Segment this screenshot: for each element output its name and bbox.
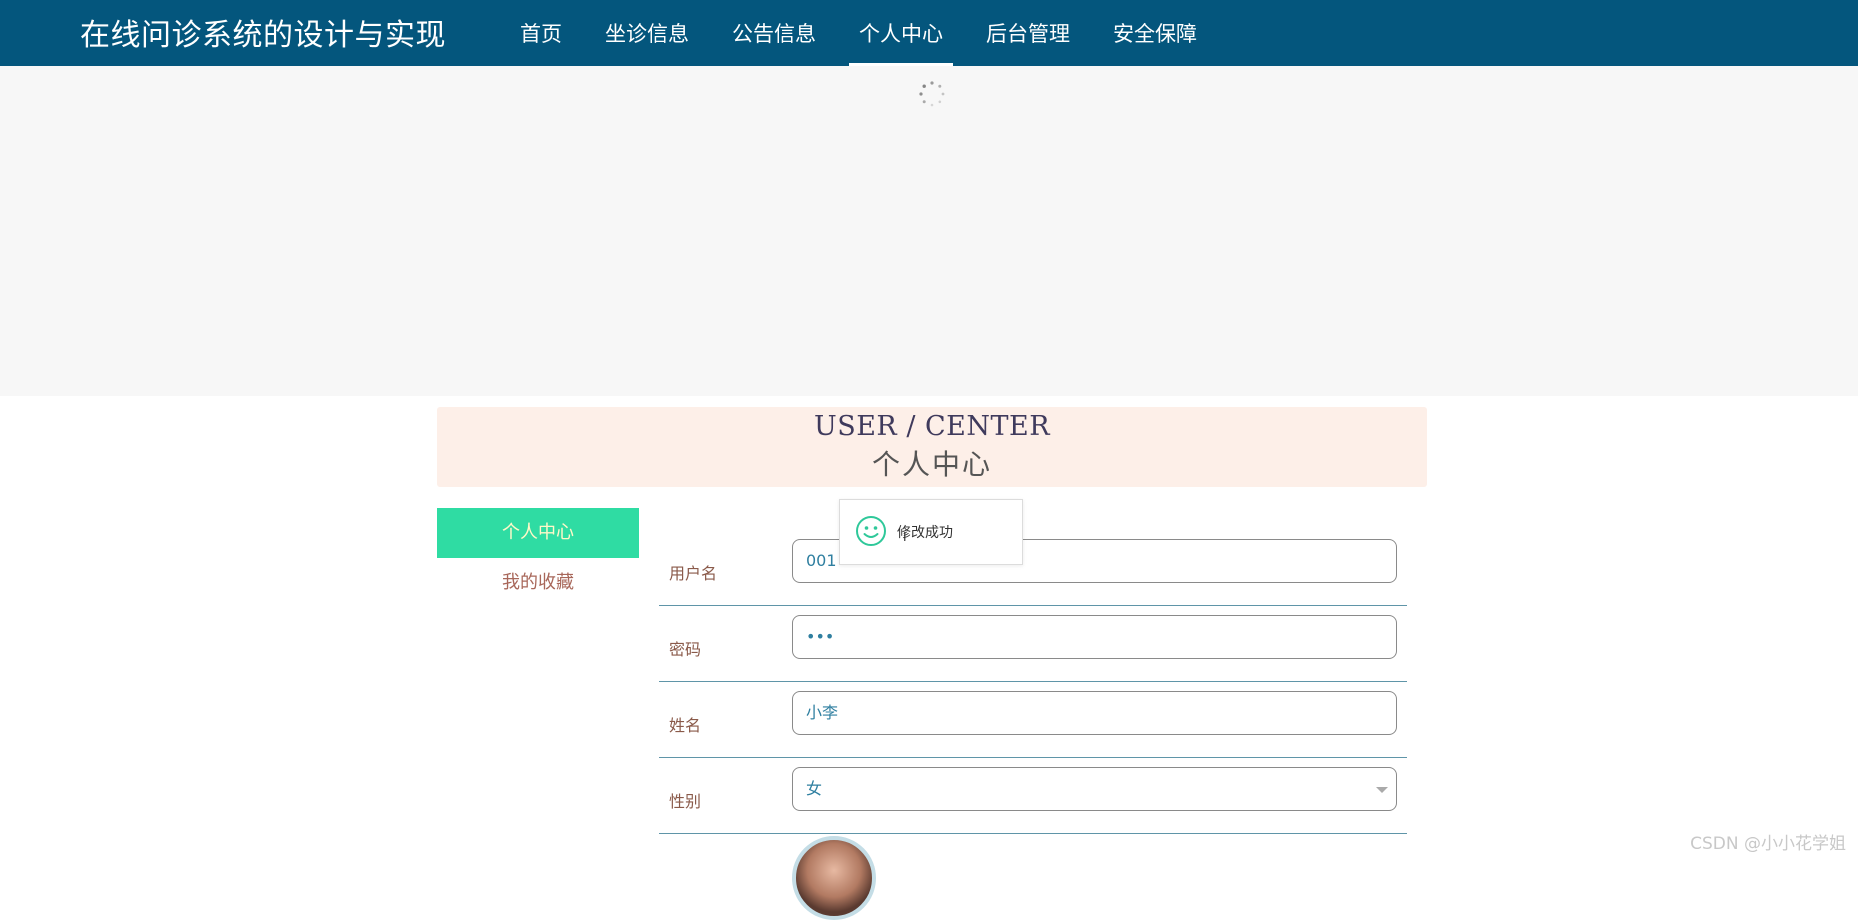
loading-spinner-icon [918, 80, 946, 108]
form-row-name: 姓名 小李 [659, 682, 1407, 758]
name-label: 姓名 [669, 712, 701, 736]
banner-area [0, 66, 1858, 396]
name-input[interactable]: 小李 [792, 691, 1397, 735]
password-label: 密码 [669, 636, 701, 660]
user-center-header: USER / CENTER 个人中心 [437, 407, 1427, 487]
header-title-zh: 个人中心 [437, 443, 1427, 483]
site-title: 在线问诊系统的设计与实现 [80, 10, 446, 54]
top-navbar: 在线问诊系统的设计与实现 首页 坐诊信息 公告信息 个人中心 后台管理 安全保障 [0, 0, 1858, 66]
nav-item-admin[interactable]: 后台管理 [976, 0, 1080, 66]
header-title-en: USER / CENTER [437, 411, 1427, 442]
password-input[interactable]: ••• [792, 615, 1397, 659]
gender-select[interactable]: 女 [792, 767, 1397, 811]
nav-item-home[interactable]: 首页 [510, 0, 572, 66]
side-item-personal-center[interactable]: 个人中心 [437, 508, 639, 558]
nav-item-announcements[interactable]: 公告信息 [722, 0, 826, 66]
username-label: 用户名 [669, 560, 717, 584]
watermark: CSDN @小小花学姐 [1690, 829, 1846, 854]
form-row-gender: 性别 女 [659, 758, 1407, 834]
text-cursor-icon: I [903, 530, 907, 544]
success-toast: 修改成功 [839, 499, 1023, 565]
smile-icon [855, 515, 887, 547]
profile-form: 用户名 001 密码 ••• 姓名 小李 性别 女 [659, 530, 1407, 834]
chevron-down-icon [1376, 787, 1388, 793]
side-item-favorites[interactable]: 我的收藏 [437, 558, 639, 608]
form-row-username: 用户名 001 [659, 530, 1407, 606]
side-menu: 个人中心 我的收藏 [437, 508, 639, 608]
form-row-password: 密码 ••• [659, 606, 1407, 682]
gender-label: 性别 [669, 788, 701, 812]
avatar[interactable] [792, 836, 876, 920]
main-nav: 首页 坐诊信息 公告信息 个人中心 后台管理 安全保障 [510, 0, 1230, 66]
gender-select-value: 女 [806, 779, 822, 798]
nav-item-security[interactable]: 安全保障 [1103, 0, 1207, 66]
nav-item-consultation-info[interactable]: 坐诊信息 [595, 0, 699, 66]
nav-item-personal-center[interactable]: 个人中心 [849, 0, 953, 66]
